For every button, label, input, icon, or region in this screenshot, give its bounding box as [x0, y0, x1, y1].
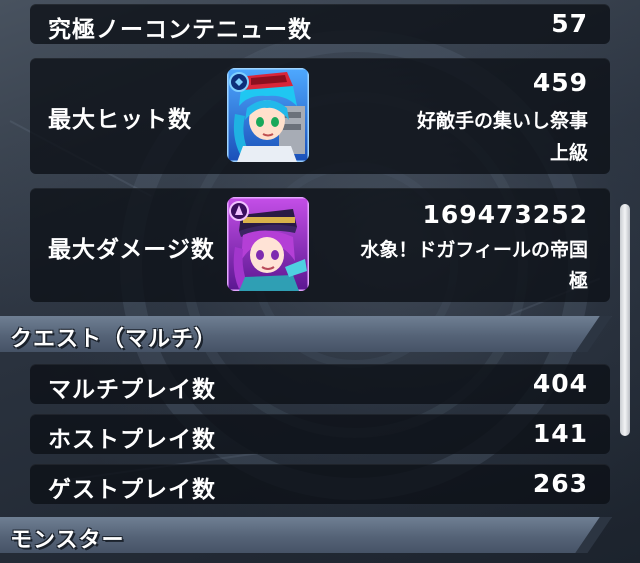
stat-value: 169473252 [422, 200, 588, 229]
stat-row-max-hit: 最大ヒット数 459 好敵手の集いし祭事 上級 [30, 58, 610, 174]
stat-value: 263 [532, 469, 588, 498]
stat-label: 最大ヒット数 [48, 107, 192, 133]
stat-row-host-play: ホストプレイ数 141 [30, 414, 610, 454]
stat-row-max-damage: 最大ダメージ数 169473252 水象！ドガフィールの帝国 極 [30, 188, 610, 302]
section-title: モンスター [10, 528, 125, 553]
stat-label: ホストプレイ数 [48, 427, 216, 453]
stat-label: 究極ノーコンテニュー数 [48, 17, 312, 43]
quest-difficulty: 極 [568, 270, 588, 292]
stat-label: 最大ダメージ数 [48, 237, 215, 263]
character-portrait-icon [227, 197, 309, 291]
section-header-quest-multi: クエスト（マルチ） [0, 316, 612, 352]
blue-haired-character-avatar[interactable] [227, 68, 309, 162]
stat-value: 459 [532, 68, 588, 97]
stat-value: 57 [551, 9, 588, 38]
quest-difficulty: 上級 [549, 142, 588, 164]
stat-label: マルチプレイ数 [48, 377, 216, 403]
stat-label: ゲストプレイ数 [48, 477, 216, 503]
section-header-monster: モンスター [0, 517, 612, 553]
section-title: クエスト（マルチ） [10, 327, 218, 352]
stat-value: 141 [532, 419, 588, 448]
quest-name: 水象！ドガフィールの帝国 [360, 239, 588, 261]
scrollbar-thumb[interactable] [620, 204, 630, 436]
stat-row-ultimate-no-continue: 究極ノーコンテニュー数 57 [30, 4, 610, 44]
stat-row-guest-play: ゲストプレイ数 263 [30, 464, 610, 504]
stat-row-multi-play: マルチプレイ数 404 [30, 364, 610, 404]
character-portrait-icon [227, 68, 309, 162]
purple-haired-character-avatar[interactable] [227, 197, 309, 291]
stat-value: 404 [532, 369, 588, 398]
quest-name: 好敵手の集いし祭事 [416, 110, 588, 132]
